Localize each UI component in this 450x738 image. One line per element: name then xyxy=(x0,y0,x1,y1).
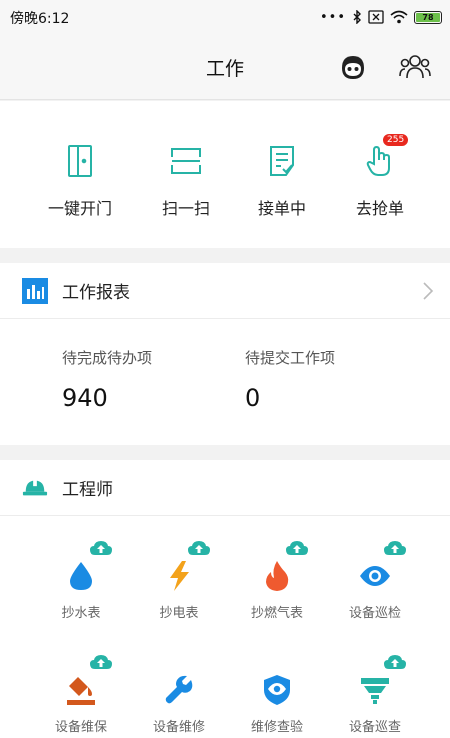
work-report-title: 工作报表 xyxy=(62,283,130,303)
engineer-item-label: 设备维修 xyxy=(152,720,205,735)
stat-pending-submit-label: 待提交工作项 xyxy=(245,349,336,367)
engineer-item-equipment-inspection[interactable]: 设备巡检 xyxy=(325,541,425,621)
quick-open-door[interactable]: 一键开门 xyxy=(25,141,135,219)
stat-pending-submit[interactable]: 待提交工作项 0 xyxy=(245,347,335,412)
status-bar: 傍晚6:12 ••• 78 xyxy=(0,0,450,34)
funnel-icon xyxy=(355,655,406,710)
cloud-upload-icon xyxy=(90,541,112,555)
cloud-upload-icon xyxy=(384,655,406,669)
quick-scan[interactable]: 扫一扫 xyxy=(131,141,241,219)
page-title: 工作 xyxy=(205,58,244,80)
paint-bucket-icon xyxy=(61,655,112,710)
hard-hat-icon xyxy=(22,475,48,501)
work-report-header[interactable]: 工作报表 xyxy=(0,263,450,319)
stat-pending-todo-label: 待完成待办项 xyxy=(62,349,153,367)
engineer-item-label: 设备巡检 xyxy=(348,606,401,621)
engineer-item-equipment-repair[interactable]: 设备维修 xyxy=(129,670,229,735)
cloud-upload-icon xyxy=(384,541,406,555)
chevron-right-icon xyxy=(423,282,434,300)
wifi-icon xyxy=(390,10,408,24)
engineer-item-gas-meter[interactable]: 抄燃气表 xyxy=(227,541,327,621)
engineer-item-label: 设备维保 xyxy=(54,720,107,735)
bar-chart-icon xyxy=(22,277,48,304)
quick-grab-order-label: 去抢单 xyxy=(355,199,404,218)
cloud-upload-icon xyxy=(90,655,112,669)
quick-scan-label: 扫一扫 xyxy=(161,199,210,218)
notification-dots: ••• xyxy=(319,9,346,25)
engineer-title: 工程师 xyxy=(62,480,113,500)
stat-pending-submit-value: 0 xyxy=(245,384,261,412)
robot-face-icon xyxy=(342,56,364,79)
shield-eye-icon xyxy=(257,670,297,710)
door-icon xyxy=(60,141,100,181)
cloud-upload-icon xyxy=(188,541,210,555)
customer-service-button[interactable] xyxy=(336,50,370,84)
lightning-icon xyxy=(159,541,210,596)
engineer-item-label: 抄燃气表 xyxy=(250,606,303,621)
order-list-icon xyxy=(262,141,302,181)
scan-icon xyxy=(166,141,206,181)
engineer-item-repair-verification[interactable]: 维修查验 xyxy=(227,670,327,735)
bluetooth-icon xyxy=(353,10,361,24)
stat-pending-todo-value: 940 xyxy=(62,384,108,412)
group-people-icon xyxy=(399,55,431,79)
quick-grab-order[interactable]: 255 去抢单 xyxy=(325,133,435,219)
work-report-card: 工作报表 待完成待办项 940 待提交工作项 0 xyxy=(0,263,450,445)
grab-hand-icon: 255 xyxy=(360,133,410,181)
wrench-icon xyxy=(159,670,199,710)
cloud-upload-icon xyxy=(286,541,308,555)
app-header: 工作 xyxy=(0,34,450,100)
engineer-item-electric-meter[interactable]: 抄电表 xyxy=(129,541,229,621)
engineer-card: 工程师 抄水表 抄电表 抄燃气表 设备巡检 设备维保 设备维修 维修查验 设备巡… xyxy=(0,460,450,738)
quick-taking-orders[interactable]: 接单中 xyxy=(227,141,337,219)
quick-taking-orders-label: 接单中 xyxy=(257,199,306,218)
contacts-button[interactable] xyxy=(398,50,432,84)
sim-off-icon xyxy=(368,10,384,24)
status-icons: ••• 78 xyxy=(320,6,442,28)
battery-level: 78 xyxy=(416,12,440,22)
water-drop-icon xyxy=(61,541,112,596)
grab-order-badge: 255 xyxy=(382,133,410,147)
engineer-item-equipment-patrol[interactable]: 设备巡查 xyxy=(325,655,425,735)
flame-icon xyxy=(257,541,308,596)
engineer-item-equipment-maintenance[interactable]: 设备维保 xyxy=(31,655,131,735)
battery-icon: 78 xyxy=(414,10,442,24)
engineer-item-water-meter[interactable]: 抄水表 xyxy=(31,541,131,621)
stat-pending-todo[interactable]: 待完成待办项 940 xyxy=(62,347,152,412)
quick-actions-card: 一键开门 扫一扫 接单中 255 去抢单 xyxy=(0,101,450,248)
status-time: 傍晚6:12 xyxy=(10,11,70,27)
engineer-item-label: 抄水表 xyxy=(61,606,101,621)
engineer-item-label: 抄电表 xyxy=(159,606,199,621)
quick-open-door-label: 一键开门 xyxy=(47,199,112,218)
eye-icon xyxy=(355,541,406,596)
engineer-item-label: 设备巡查 xyxy=(348,720,401,735)
engineer-item-label: 维修查验 xyxy=(250,720,303,735)
engineer-header: 工程师 xyxy=(0,460,450,516)
